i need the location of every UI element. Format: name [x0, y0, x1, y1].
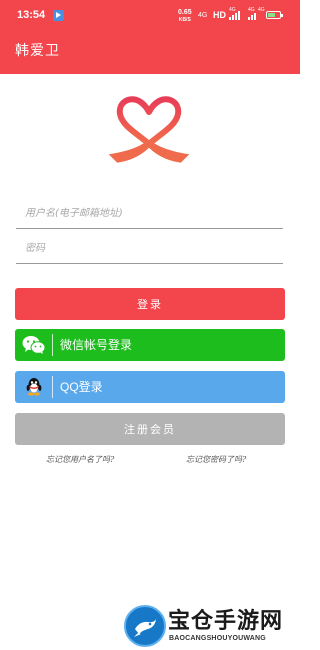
notification-app-icon: [53, 10, 64, 21]
wechat-icon: [15, 329, 52, 361]
qq-login-button[interactable]: QQ登录: [15, 371, 285, 403]
status-bar: 13:54 0.65 KB/S 4G HD 4G 4G 4G: [0, 0, 300, 30]
login-button-label: 登录: [137, 298, 163, 311]
battery-icon: [266, 11, 283, 19]
forgot-password-link[interactable]: 忘记您密码了吗?: [186, 454, 246, 465]
heart-ribbon-logo-icon: [108, 96, 190, 163]
app-bar: 韩爱卫: [0, 30, 300, 74]
wechat-login-label: 微信帐号登录: [60, 338, 133, 352]
hd-indicator: HD: [213, 10, 226, 20]
network-speed: 0.65 KB/S: [178, 9, 192, 24]
login-screen: 13:54 0.65 KB/S 4G HD 4G 4G 4G 韩爱卫 用户名(电…: [0, 0, 300, 650]
register-button[interactable]: 注册会员: [15, 413, 285, 445]
network-speed-value: 0.65: [178, 9, 192, 16]
wechat-login-button[interactable]: 微信帐号登录: [15, 329, 285, 361]
register-button-label: 注册会员: [124, 423, 176, 436]
username-field-wrapper: [16, 199, 283, 229]
site-watermark: 宝仓手游网 BAOCANGSHOUYOUWANG: [124, 603, 300, 650]
network-type: 4G: [198, 12, 208, 19]
app-title: 韩爱卫: [15, 43, 60, 59]
password-input[interactable]: [16, 234, 283, 263]
qq-login-label: QQ登录: [60, 380, 103, 394]
wifi-icon: 4G: [258, 7, 266, 20]
status-time: 13:54: [17, 9, 46, 21]
username-input[interactable]: [16, 199, 283, 228]
qq-penguin-icon: [15, 371, 52, 403]
watermark-logo-icon: [124, 605, 166, 647]
qq-divider: [52, 376, 53, 398]
signal-icon-1: 4G: [229, 7, 243, 20]
login-button[interactable]: 登录: [15, 288, 285, 320]
watermark-title: 宝仓手游网: [168, 609, 284, 634]
watermark-subtitle: BAOCANGSHOUYOUWANG: [169, 635, 266, 642]
wechat-divider: [52, 334, 53, 356]
password-field-wrapper: [16, 234, 283, 264]
network-speed-unit: KB/S: [178, 17, 191, 23]
forgot-username-link[interactable]: 忘记您用户名了吗?: [46, 454, 114, 465]
signal-label-3: 4G: [258, 7, 265, 13]
